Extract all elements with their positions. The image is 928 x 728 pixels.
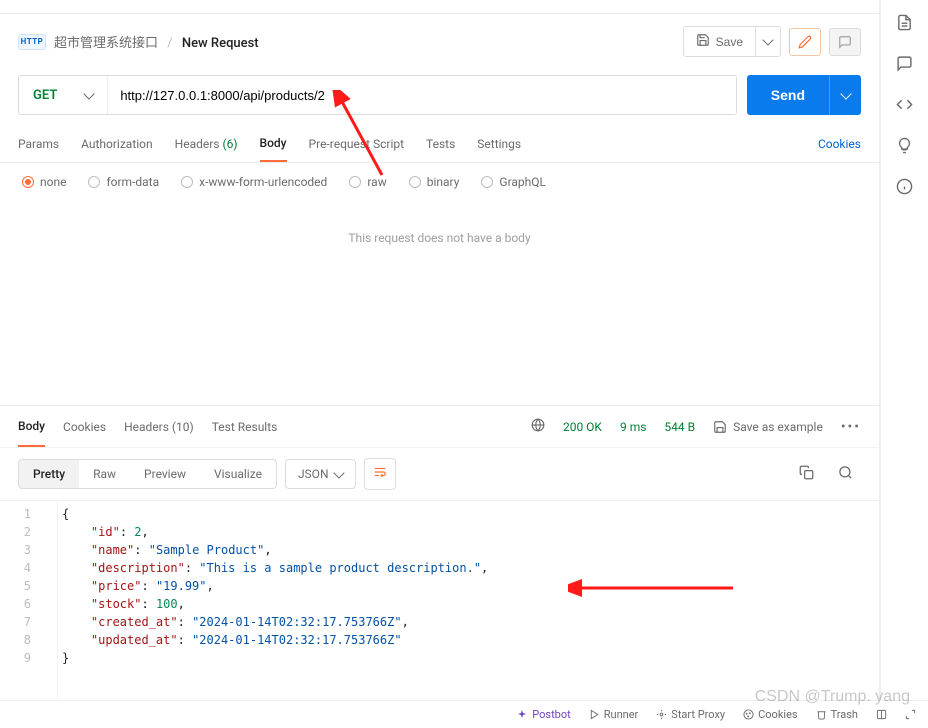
resp-tab-cookies[interactable]: Cookies bbox=[63, 408, 106, 446]
lightbulb-icon[interactable] bbox=[896, 137, 913, 154]
breadcrumb[interactable]: 超市管理系统接口 / New Request bbox=[54, 32, 259, 51]
footer-layout[interactable] bbox=[876, 709, 887, 720]
method-label: GET bbox=[33, 88, 57, 103]
view-preview[interactable]: Preview bbox=[130, 460, 200, 488]
cookies-link[interactable]: Cookies bbox=[818, 137, 861, 151]
footer-bar: Postbot Runner Start Proxy Cookies Trash bbox=[0, 700, 928, 728]
radio-form-data[interactable]: form-data bbox=[88, 175, 159, 189]
chevron-down-icon bbox=[840, 88, 851, 99]
right-sidebar bbox=[880, 0, 928, 728]
copy-button[interactable] bbox=[791, 461, 822, 488]
radio-x-www[interactable]: x-www-form-urlencoded bbox=[181, 175, 327, 189]
comment-icon bbox=[838, 35, 852, 49]
view-mode-segmented: Pretty Raw Preview Visualize bbox=[18, 459, 277, 489]
info-icon[interactable] bbox=[896, 178, 913, 195]
cookie-icon bbox=[743, 709, 754, 720]
resp-tab-headers[interactable]: Headers (10) bbox=[124, 408, 194, 446]
tab-authorization[interactable]: Authorization bbox=[81, 127, 153, 161]
method-url-group: GET bbox=[18, 75, 737, 115]
url-input[interactable] bbox=[108, 76, 735, 114]
layout-icon bbox=[876, 709, 887, 720]
http-badge: HTTP bbox=[18, 34, 46, 50]
breadcrumb-collection[interactable]: 超市管理系统接口 bbox=[54, 36, 158, 51]
response-size: 544 B bbox=[664, 420, 695, 434]
radio-none[interactable]: none bbox=[22, 175, 66, 189]
save-button[interactable]: Save bbox=[683, 26, 756, 57]
tab-prerequest[interactable]: Pre-request Script bbox=[309, 127, 404, 161]
send-button[interactable]: Send bbox=[747, 75, 829, 115]
footer-start-proxy[interactable]: Start Proxy bbox=[656, 708, 725, 721]
doc-icon[interactable] bbox=[896, 14, 913, 31]
tab-headers[interactable]: Headers (6) bbox=[175, 127, 238, 161]
view-raw[interactable]: Raw bbox=[79, 460, 130, 488]
footer-expand[interactable] bbox=[905, 709, 916, 720]
chevron-down-icon bbox=[333, 467, 344, 478]
response-body[interactable]: 123456789 { "id": 2, "name": "Sample Pro… bbox=[0, 500, 879, 728]
footer-cookies[interactable]: Cookies bbox=[743, 708, 797, 721]
line-gutter: 123456789 bbox=[0, 501, 58, 728]
save-icon bbox=[696, 33, 710, 50]
radio-binary[interactable]: binary bbox=[409, 175, 460, 189]
share-button[interactable] bbox=[789, 28, 821, 56]
search-button[interactable] bbox=[830, 461, 861, 488]
comment-pane-icon[interactable] bbox=[896, 55, 913, 72]
radio-raw[interactable]: raw bbox=[349, 175, 386, 189]
view-pretty[interactable]: Pretty bbox=[19, 460, 79, 488]
view-visualize[interactable]: Visualize bbox=[200, 460, 276, 488]
save-dropdown[interactable] bbox=[756, 26, 781, 57]
code-pane-icon[interactable] bbox=[896, 96, 913, 113]
no-body-message: This request does not have a body bbox=[0, 201, 879, 405]
status-code: 200 OK bbox=[563, 420, 602, 434]
response-time: 9 ms bbox=[620, 420, 646, 434]
code-source[interactable]: { "id": 2, "name": "Sample Product", "de… bbox=[58, 501, 492, 728]
footer-trash[interactable]: Trash bbox=[816, 708, 858, 721]
comment-button[interactable] bbox=[829, 28, 861, 56]
sparkle-icon bbox=[516, 709, 528, 721]
tab-params[interactable]: Params bbox=[18, 127, 59, 161]
proxy-icon bbox=[656, 709, 667, 720]
tab-settings[interactable]: Settings bbox=[477, 127, 521, 161]
footer-runner[interactable]: Runner bbox=[589, 708, 639, 721]
request-row: GET Send bbox=[0, 69, 879, 125]
pencil-icon bbox=[798, 35, 812, 49]
radio-graphql[interactable]: GraphQL bbox=[481, 175, 546, 189]
chevron-down-icon bbox=[762, 34, 773, 45]
send-dropdown[interactable] bbox=[829, 75, 861, 115]
response-tabs: Body Cookies Headers (10) Test Results 2… bbox=[0, 405, 879, 447]
expand-icon bbox=[905, 709, 916, 720]
breadcrumb-sep: / bbox=[167, 36, 172, 51]
resp-tab-test-results[interactable]: Test Results bbox=[212, 408, 278, 446]
view-mode-row: Pretty Raw Preview Visualize JSON bbox=[0, 447, 879, 500]
wrap-text-button[interactable] bbox=[364, 458, 396, 490]
breadcrumb-request[interactable]: New Request bbox=[182, 36, 259, 51]
play-icon bbox=[589, 709, 600, 720]
tab-body[interactable]: Body bbox=[260, 126, 287, 162]
save-label: Save bbox=[716, 35, 743, 49]
more-actions[interactable]: ••• bbox=[841, 419, 861, 435]
globe-icon[interactable] bbox=[531, 418, 545, 436]
search-icon bbox=[838, 465, 853, 480]
save-icon bbox=[713, 420, 727, 434]
copy-icon bbox=[799, 465, 814, 480]
tabs-strip bbox=[0, 0, 879, 14]
request-header: HTTP 超市管理系统接口 / New Request Save bbox=[0, 14, 879, 69]
method-selector[interactable]: GET bbox=[19, 76, 108, 114]
tab-tests[interactable]: Tests bbox=[426, 127, 455, 161]
request-tabs: Params Authorization Headers (6) Body Pr… bbox=[0, 125, 879, 163]
resp-tab-body[interactable]: Body bbox=[18, 407, 45, 447]
format-dropdown[interactable]: JSON bbox=[285, 459, 356, 489]
save-as-example[interactable]: Save as example bbox=[713, 420, 823, 434]
chevron-down-icon bbox=[84, 88, 95, 99]
footer-postbot[interactable]: Postbot bbox=[516, 708, 570, 721]
trash-icon bbox=[816, 709, 827, 720]
body-type-radios: none form-data x-www-form-urlencoded raw… bbox=[0, 163, 879, 201]
send-group: Send bbox=[747, 75, 861, 115]
wrap-icon bbox=[373, 465, 387, 479]
